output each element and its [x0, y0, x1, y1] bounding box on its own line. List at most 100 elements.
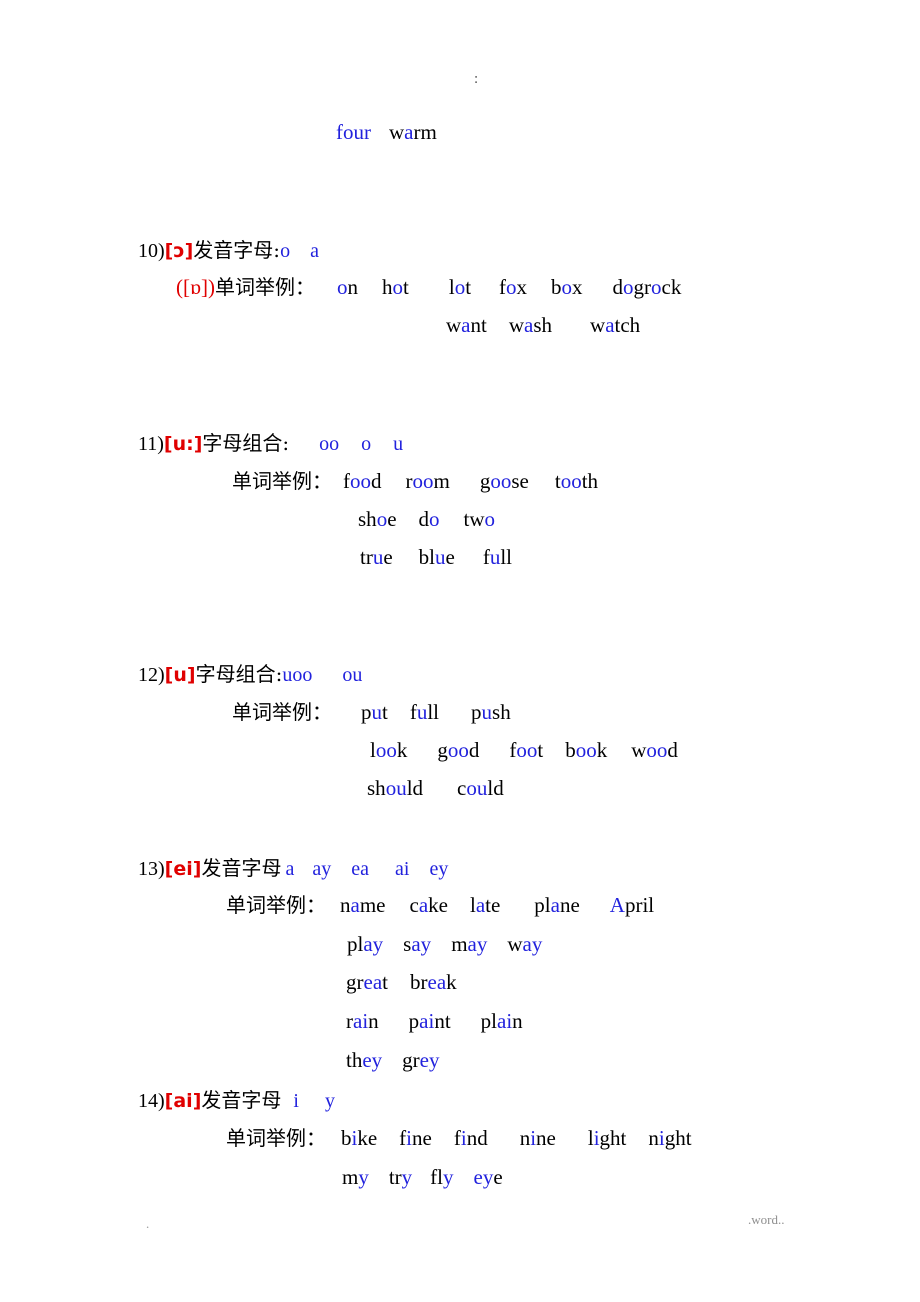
word-suffix: tch: [614, 313, 641, 337]
word-highlight-letters: o: [376, 507, 388, 531]
section-number: 14): [138, 1090, 165, 1112]
example-word: put: [361, 700, 388, 724]
word-suffix: pril: [624, 893, 655, 917]
word-highlight-letters: oo: [560, 469, 582, 493]
word-highlight-letters: ou: [466, 776, 488, 800]
section-14-header: 14)[ai]发音字母 i y: [138, 1090, 335, 1111]
word-prefix: gr: [402, 1048, 420, 1072]
example-word: paint: [409, 1009, 451, 1033]
word-highlight-letters: ay: [522, 932, 543, 956]
word-highlight-letters: a: [350, 893, 360, 917]
word-suffix: t: [382, 700, 388, 724]
word-highlight-letters: ai: [497, 1009, 513, 1033]
word-prefix: f: [343, 469, 350, 493]
example-word: late: [470, 893, 500, 917]
word-text: four: [336, 120, 371, 144]
word-suffix: ll: [427, 700, 440, 724]
examples-label: 单词举例：: [214, 275, 315, 299]
section-11-header: 11)[u:]字母组合: oo o u: [138, 433, 403, 454]
word-highlight-letters: ey: [473, 1165, 494, 1189]
word-highlight-letters: a: [605, 313, 615, 337]
ipa-symbol: [u]: [164, 664, 196, 686]
word-suffix: se: [511, 469, 529, 493]
word-prefix: n: [519, 1126, 531, 1150]
example-word: goose: [480, 469, 529, 493]
word-suffix: d: [667, 738, 678, 762]
word-suffix: x: [572, 275, 583, 299]
ipa-symbol: [ɔ]: [164, 240, 194, 262]
word-suffix: ck: [661, 275, 682, 299]
example-word: warm: [389, 120, 437, 144]
example-word: push: [471, 700, 511, 724]
word-highlight-letters: o: [651, 275, 662, 299]
word-highlight-letters: u: [416, 700, 428, 724]
word-highlight-letters: ea: [427, 970, 447, 994]
word-prefix: c: [457, 776, 467, 800]
word-highlight-letters: a: [524, 313, 534, 337]
letter-token: uoo: [282, 664, 313, 686]
example-word: true: [360, 545, 393, 569]
examples-label: 单词举例：: [232, 700, 332, 724]
word-highlight-letters: oo: [350, 469, 371, 493]
word-suffix: e: [445, 545, 455, 569]
word-highlight-letters: o: [623, 275, 634, 299]
word-highlight-letters: ai: [419, 1009, 435, 1033]
word-prefix: w: [507, 932, 523, 956]
section-12-header: 12)[u]字母组合:uoo ou: [138, 664, 362, 685]
word-prefix: tr: [388, 1165, 402, 1189]
section-12-word-row-3: should could: [367, 778, 504, 799]
example-word: book: [565, 738, 607, 762]
continuation-word-row: four warm: [336, 122, 437, 143]
word-highlight-letters: ai: [353, 1009, 369, 1033]
example-word: rock: [644, 275, 681, 299]
example-word: tooth: [555, 469, 598, 493]
section-14-word-row-2: my try fly eye: [342, 1167, 503, 1188]
word-suffix: t: [465, 275, 472, 299]
example-word: my: [342, 1165, 369, 1189]
word-prefix: pl: [534, 893, 551, 917]
word-highlight-letters: oo: [575, 738, 597, 762]
example-word: great: [346, 970, 388, 994]
example-word: room: [406, 469, 450, 493]
example-word: full: [483, 545, 512, 569]
example-word: full: [410, 700, 439, 724]
word-suffix: ght: [664, 1126, 692, 1150]
word-prefix: tr: [360, 545, 373, 569]
example-word: shoe: [358, 507, 397, 531]
word-highlight-letters: oo: [375, 738, 397, 762]
letter-token: ou: [342, 664, 363, 686]
example-word: should: [367, 776, 423, 800]
word-suffix: k: [396, 738, 408, 762]
word-prefix: w: [508, 313, 525, 337]
word-prefix: n: [340, 893, 351, 917]
section-14-examples-label: 单词举例：: [226, 1128, 326, 1149]
example-word: could: [457, 776, 504, 800]
word-prefix: pl: [347, 932, 364, 956]
section-10-word-row-2: want wash watch: [446, 315, 640, 336]
example-word: way: [507, 932, 542, 956]
word-prefix: r: [405, 469, 413, 493]
word-highlight-letters: oo: [516, 738, 538, 762]
word-suffix: n: [512, 1009, 523, 1033]
word-prefix: sh: [358, 507, 377, 531]
word-suffix: n: [347, 275, 359, 299]
word-suffix: k: [446, 970, 457, 994]
word-prefix: bl: [418, 545, 435, 569]
word-highlight-letters: ey: [362, 1048, 383, 1072]
example-word: name: [340, 893, 385, 917]
examples-label: 单词举例：: [226, 1126, 326, 1150]
word-suffix: ld: [487, 776, 504, 800]
word-prefix: c: [409, 893, 419, 917]
example-word: try: [389, 1165, 412, 1189]
word-prefix: f: [482, 545, 490, 569]
word-prefix: w: [446, 313, 462, 337]
section-11-word-row-3: true blue full: [360, 547, 512, 568]
word-highlight-letters: u: [435, 545, 446, 569]
section-12-examples-label: 单词举例：: [232, 702, 332, 723]
section-13-word-row-5: they grey: [346, 1050, 440, 1071]
example-word: night: [648, 1126, 691, 1150]
word-prefix: f: [453, 1126, 461, 1150]
letter-token: oo: [319, 433, 340, 455]
section-10-header: 10)[ɔ]发音字母:o a: [138, 240, 319, 261]
word-suffix: ll: [500, 545, 512, 569]
